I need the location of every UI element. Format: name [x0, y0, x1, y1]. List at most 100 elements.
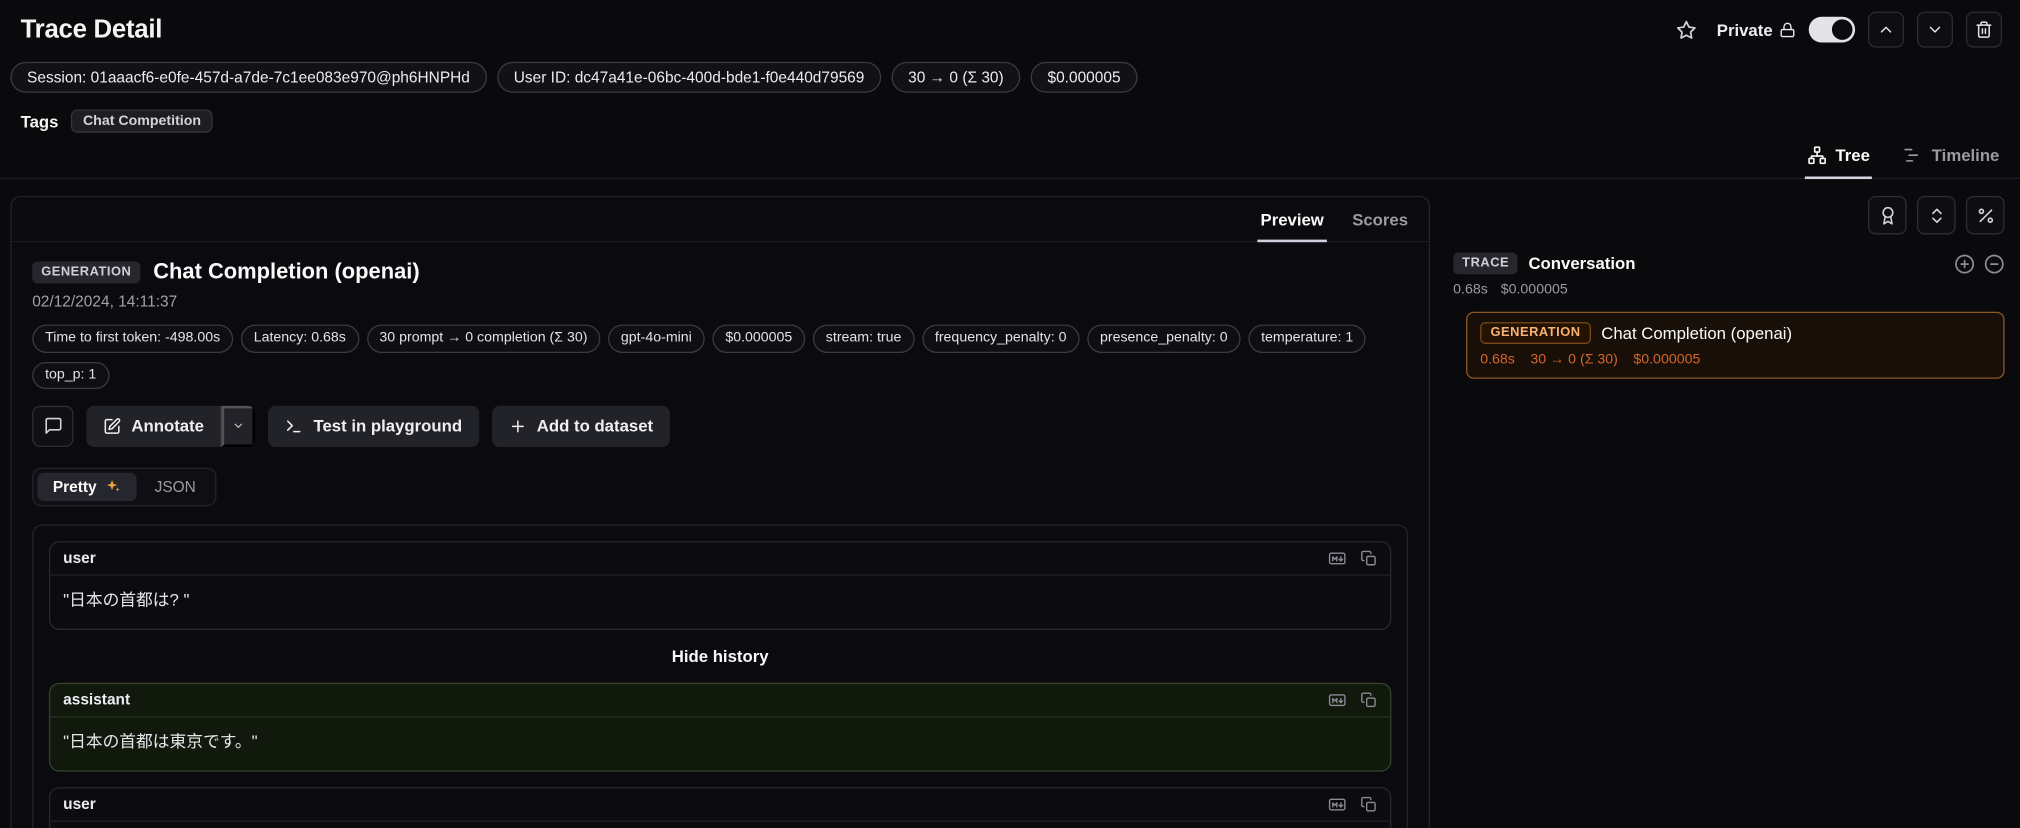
public-private-toggle[interactable]: [1808, 16, 1856, 43]
tree-node-generation-selected[interactable]: GENERATION Chat Completion (openai) 0.68…: [1466, 312, 2005, 380]
generation-type-badge: GENERATION: [32, 261, 141, 284]
metric-pill-temperature: temperature: 1: [1248, 325, 1367, 353]
message-role: user: [63, 794, 96, 813]
copy-icon: [1361, 692, 1376, 707]
node-latency: 0.68s: [1480, 352, 1515, 368]
main-content: Preview Scores GENERATION Chat Completio…: [0, 180, 2020, 828]
session-badge[interactable]: Session: 01aaacf6-e0fe-457d-a7de-7c1ee08…: [10, 61, 487, 94]
node-tokens: 30 → 0 (Σ 30): [1530, 352, 1618, 368]
privacy-label-group: Private: [1717, 20, 1796, 39]
message-role: assistant: [63, 690, 131, 709]
chevrons-up-down-icon: [1931, 208, 1942, 223]
tab-timeline-label: Timeline: [1931, 146, 2000, 166]
observation-header: GENERATION Chat Completion (openai) 02/1…: [12, 243, 1429, 389]
pencil-icon: [104, 417, 121, 434]
message-content: "日本の首都は東京です。": [63, 731, 258, 751]
scores-toggle-button[interactable]: [1867, 196, 1907, 235]
message-card-user-2: user "ありがとう": [48, 786, 1392, 828]
metric-pill-cost: $0.000005: [712, 325, 806, 353]
metric-pill-ttft: Time to first token: -498.00s: [32, 325, 234, 353]
tab-tree-label: Tree: [1835, 146, 1870, 166]
copy-button[interactable]: [1360, 691, 1377, 708]
toggle-knob: [1831, 19, 1853, 40]
markdown-icon: [1328, 798, 1346, 810]
user-id-badge[interactable]: User ID: dc47a41e-06bc-400d-bde1-f0e440d…: [496, 61, 882, 94]
observation-title: Chat Completion (openai): [153, 259, 420, 284]
tree-expand-controls: [1954, 254, 2004, 275]
playground-button[interactable]: Test in playground: [268, 405, 479, 447]
terminal-icon: [287, 420, 301, 433]
node-title: Chat Completion (openai): [1601, 323, 1793, 344]
hide-history-button[interactable]: Hide history: [49, 646, 1391, 665]
trace-metrics: 0.68s $0.000005: [1453, 283, 2004, 298]
playground-label: Test in playground: [313, 416, 463, 436]
message-card-assistant: assistant "日本の首都は東京です。": [48, 682, 1392, 772]
metric-pill-presence-penalty: presence_penalty: 0: [1087, 325, 1241, 353]
format-pretty-button[interactable]: Pretty: [37, 472, 137, 501]
markdown-toggle-button[interactable]: [1326, 548, 1349, 567]
message-header: user: [50, 788, 1391, 822]
copy-icon: [1361, 550, 1376, 566]
markdown-toggle-button[interactable]: [1326, 794, 1349, 813]
bookmark-star-button[interactable]: [1668, 12, 1704, 48]
io-container: user "日本の首都は? " Hide history assistant "…: [32, 524, 1409, 828]
delete-trace-button[interactable]: [1965, 11, 2002, 48]
tree-node-trace[interactable]: TRACE Conversation: [1453, 253, 2004, 275]
node-cost: $0.000005: [1633, 352, 1701, 368]
top-bar: Trace Detail Private: [0, 0, 2020, 48]
percent-icon: [1977, 208, 1993, 223]
message-tools: [1326, 548, 1378, 567]
observation-tabs: Preview Scores: [11, 198, 1429, 243]
observation-card: Preview Scores GENERATION Chat Completio…: [10, 196, 1430, 828]
expand-nodes-button[interactable]: [1954, 254, 1975, 275]
message-tools: [1326, 794, 1378, 813]
comment-button[interactable]: [32, 405, 74, 447]
markdown-toggle-button[interactable]: [1326, 690, 1349, 709]
message-header: user: [50, 542, 1391, 576]
tab-preview[interactable]: Preview: [1257, 208, 1327, 243]
markdown-icon: [1328, 552, 1346, 565]
tab-scores[interactable]: Scores: [1350, 208, 1411, 243]
tab-tree[interactable]: Tree: [1804, 144, 1873, 180]
metric-pill-top-p: top_p: 1: [32, 361, 110, 389]
copy-button[interactable]: [1360, 796, 1377, 813]
format-pretty-label: Pretty: [52, 477, 97, 496]
trace-meta-badges: Session: 01aaacf6-e0fe-457d-a7de-7c1ee08…: [0, 48, 2020, 94]
copy-button[interactable]: [1360, 550, 1377, 567]
annotate-button[interactable]: Annotate: [86, 405, 221, 447]
collapse-all-button[interactable]: [1916, 196, 1956, 235]
tree-toolbar: [1453, 196, 2005, 235]
tree-icon: [1807, 146, 1826, 165]
tags-label: Tags: [20, 111, 59, 132]
circle-plus-icon: [1955, 254, 1975, 274]
observation-timestamp: 02/12/2024, 14:11:37: [32, 292, 178, 311]
format-toggle: Pretty JSON: [32, 467, 217, 506]
view-tabs: Tree Timeline: [0, 136, 2020, 180]
plus-icon: [511, 420, 524, 433]
metrics-toggle-button[interactable]: [1965, 196, 2005, 235]
annotate-dropdown-button[interactable]: [222, 405, 256, 447]
previous-trace-button[interactable]: [1867, 11, 1905, 48]
tag-badge[interactable]: Chat Competition: [71, 110, 213, 134]
circle-minus-icon: [1984, 254, 2004, 274]
message-header: assistant: [50, 684, 1391, 718]
observation-actions: Annotate Test in playground Add to datas…: [12, 405, 1429, 447]
add-to-dataset-button[interactable]: Add to dataset: [491, 405, 670, 447]
tags-row: Tags Chat Competition: [0, 93, 2020, 134]
format-json-button[interactable]: JSON: [139, 472, 211, 500]
collapse-nodes-button[interactable]: [1984, 254, 2005, 275]
copy-icon: [1361, 796, 1376, 811]
metric-pill-latency: Latency: 0.68s: [240, 325, 359, 353]
trace-type-badge: TRACE: [1453, 253, 1519, 275]
chevron-down-icon: [235, 423, 243, 429]
tab-timeline[interactable]: Timeline: [1901, 144, 2002, 180]
annotate-label: Annotate: [131, 416, 204, 436]
trace-latency: 0.68s: [1453, 282, 1488, 299]
annotate-split-button: Annotate: [86, 405, 256, 447]
next-trace-button[interactable]: [1916, 11, 1954, 48]
trace-detail-page: Trace Detail Private Session: 01aaacf6-e…: [0, 0, 2020, 828]
message-content: "日本の首都は? ": [63, 589, 190, 610]
node-metrics: 0.68s 30 → 0 (Σ 30) $0.000005: [1480, 352, 1990, 367]
markdown-icon: [1328, 693, 1346, 706]
cost-badge: $0.000005: [1030, 61, 1138, 94]
